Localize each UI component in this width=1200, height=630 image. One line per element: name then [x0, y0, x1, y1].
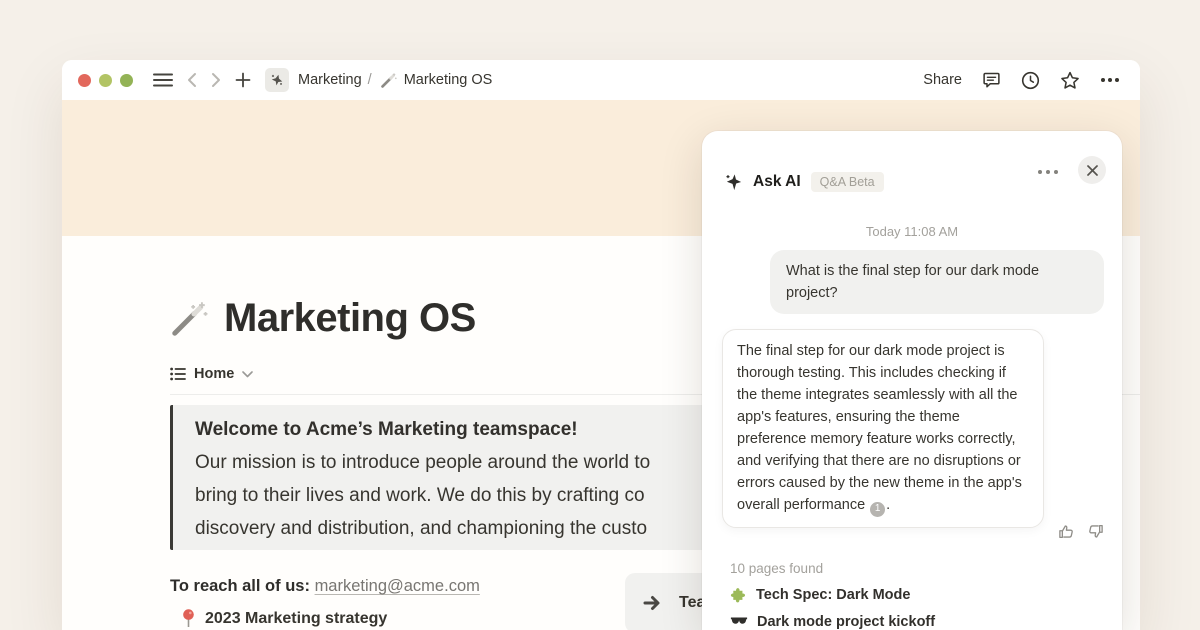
desktop-background: Marketing / Marketing OS Share: [0, 0, 1200, 630]
result-page-title: Tech Spec: Dark Mode: [756, 587, 910, 603]
dark-glasses-icon: [730, 616, 748, 628]
ai-answer-text: The final step for our dark mode project…: [737, 343, 1022, 513]
magic-wand-icon: [170, 300, 208, 338]
sparkle-icon: [724, 173, 743, 192]
tab-home-label: Home: [194, 366, 234, 382]
result-page-link[interactable]: Dark mode project kickoff: [730, 614, 935, 630]
traffic-lights: [78, 74, 133, 87]
hamburger-icon[interactable]: [153, 67, 173, 93]
contact-line: To reach all of us: marketing@acme.com: [170, 577, 480, 596]
chevron-down-icon[interactable]: [242, 371, 253, 378]
page-title[interactable]: Marketing OS: [224, 296, 476, 341]
tab-home[interactable]: Home: [170, 366, 253, 382]
result-page-link[interactable]: Tech Spec: Dark Mode: [730, 586, 910, 603]
pinned-page-label: 2023 Marketing strategy: [205, 610, 387, 628]
forward-chevron-icon[interactable]: [211, 67, 221, 93]
pinned-page-link[interactable]: 2023 Marketing strategy: [182, 609, 387, 628]
bulleted-list-icon: [170, 367, 186, 381]
breadcrumb-separator: /: [368, 72, 372, 88]
topbar-actions: Share: [923, 67, 1120, 93]
result-page-title: Dark mode project kickoff: [757, 614, 935, 630]
zoom-window-button[interactable]: [120, 74, 133, 87]
ai-answer-card: The final step for our dark mode project…: [722, 329, 1044, 528]
clock-icon[interactable]: [1021, 67, 1040, 93]
contact-email-link[interactable]: marketing@acme.com: [315, 577, 480, 595]
thumbs-up-icon[interactable]: [1058, 523, 1075, 540]
answer-feedback: [1058, 523, 1104, 540]
ellipsis-icon[interactable]: [1100, 67, 1120, 93]
beta-badge: Q&A Beta: [811, 172, 884, 192]
panel-ellipsis-icon[interactable]: [1034, 166, 1062, 178]
new-page-plus-icon[interactable]: [235, 67, 251, 93]
ai-answer-suffix: .: [886, 497, 890, 513]
minimize-window-button[interactable]: [99, 74, 112, 87]
conversation-timestamp: Today 11:08 AM: [702, 224, 1122, 239]
breadcrumb-team[interactable]: Marketing: [298, 72, 362, 88]
breadcrumb-page[interactable]: Marketing OS: [404, 72, 493, 88]
back-chevron-icon[interactable]: [187, 67, 197, 93]
app-window: Marketing / Marketing OS Share: [62, 60, 1140, 630]
arrow-right-icon: [643, 594, 665, 612]
thumbs-down-icon[interactable]: [1087, 523, 1104, 540]
share-button[interactable]: Share: [923, 72, 962, 88]
close-window-button[interactable]: [78, 74, 91, 87]
close-icon: [1087, 165, 1098, 176]
ai-sparkle-badge-icon[interactable]: [265, 68, 289, 92]
panel-close-button[interactable]: [1078, 156, 1106, 184]
magic-wand-icon: [380, 72, 397, 89]
contact-label: To reach all of us:: [170, 577, 315, 595]
panel-title: Ask AI: [753, 173, 801, 191]
ask-ai-panel: Ask AI Q&A Beta Today 11:08 AM What is t…: [702, 131, 1122, 630]
pages-found-label: 10 pages found: [730, 561, 823, 576]
star-icon[interactable]: [1060, 67, 1080, 93]
citation-badge[interactable]: 1: [870, 502, 885, 517]
comment-icon[interactable]: [982, 67, 1001, 93]
round-pushpin-icon: [182, 609, 195, 628]
window-topbar: Marketing / Marketing OS Share: [62, 60, 1140, 100]
user-question-bubble: What is the final step for our dark mode…: [770, 250, 1104, 314]
puzzle-icon: [730, 586, 747, 603]
